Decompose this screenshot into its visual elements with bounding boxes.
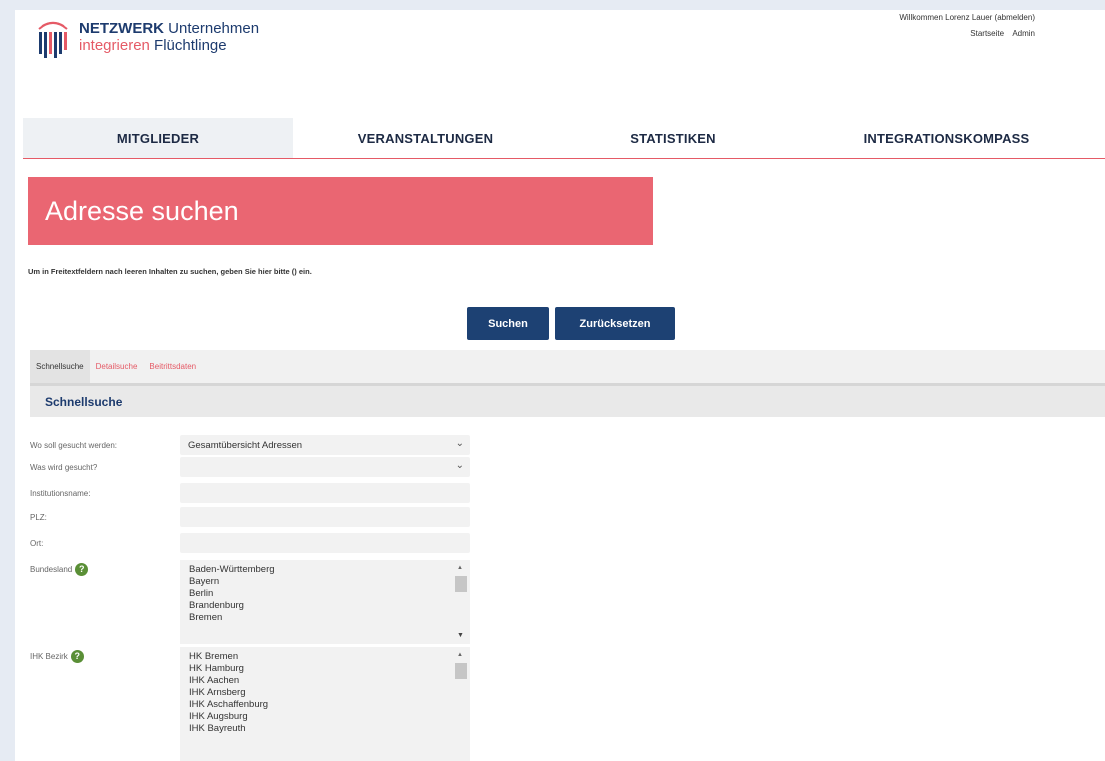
institution-input[interactable] <box>180 483 470 503</box>
chevron-down-icon: ⌄ <box>455 438 464 449</box>
admin-link[interactable]: Admin <box>1012 29 1035 38</box>
institution-label: Institutionsname: <box>30 488 91 498</box>
logo-mark-icon <box>38 21 68 58</box>
scroll-thumb[interactable] <box>455 576 467 592</box>
ihk-label: IHK Bezirk <box>30 651 68 661</box>
search-tabs: Schnellsuche Detailsuche Beitrittsdaten <box>30 350 1105 386</box>
where-select[interactable]: Gesamtübersicht Adressen ⌄ <box>180 435 470 455</box>
ihk-option[interactable]: IHK Bayreuth <box>189 723 470 735</box>
scroll-up-icon[interactable]: ▲ <box>457 649 463 661</box>
form-row-where: Wo soll gesucht werden: Gesamtübersicht … <box>30 434 490 456</box>
logo-word-unternehmen: Unternehmen <box>164 20 260 37</box>
scroll-thumb[interactable] <box>455 663 467 679</box>
ihk-scrollbar[interactable]: ▲ <box>455 649 467 759</box>
ihk-option[interactable]: IHK Arnsberg <box>189 687 470 699</box>
chevron-down-icon: ⌄ <box>455 460 464 471</box>
section-title: Schnellsuche <box>30 386 1105 417</box>
bundesland-option[interactable]: Bayern <box>189 576 470 588</box>
ihk-option[interactable]: IHK Augsburg <box>189 711 470 723</box>
scroll-down-icon[interactable]: ▼ <box>457 630 464 642</box>
ihk-option[interactable]: IHK Aschaffenburg <box>189 699 470 711</box>
form-row-ihk: IHK Bezirk ? <box>30 645 180 667</box>
nav-integrationskompass[interactable]: INTEGRATIONSKOMPASS <box>788 118 1105 158</box>
question-mark-icon[interactable]: ? <box>70 649 84 663</box>
plz-input[interactable] <box>180 507 470 527</box>
logo-word-fluechtlinge: Flüchtlinge <box>149 37 227 54</box>
form-row-bundesland: Bundesland ? <box>30 558 180 580</box>
ort-input[interactable] <box>180 533 470 553</box>
ihk-option[interactable]: IHK Aachen <box>189 675 470 687</box>
startseite-link[interactable]: Startseite <box>970 29 1004 38</box>
nav-veranstaltungen[interactable]: VERANSTALTUNGEN <box>293 118 558 158</box>
page-title: Adresse suchen <box>28 177 653 245</box>
bundesland-option[interactable]: Baden-Württemberg <box>189 564 470 576</box>
logo-word-netzwerk: NETZWERK <box>79 20 164 37</box>
welcome-text[interactable]: Willkommen Lorenz Lauer (abmelden) <box>899 10 1035 26</box>
ihk-listbox[interactable]: HK Bremen HK Hamburg IHK Aachen IHK Arns… <box>180 647 470 761</box>
ihk-option[interactable]: HK Bremen <box>189 651 470 663</box>
form-row-plz: PLZ: <box>30 506 490 528</box>
where-select-value: Gesamtübersicht Adressen <box>188 439 303 451</box>
bundesland-scrollbar[interactable]: ▲ ▼ <box>455 562 467 642</box>
ihk-option[interactable]: HK Hamburg <box>189 663 470 675</box>
bundesland-option[interactable]: Berlin <box>189 588 470 600</box>
tab-schnellsuche[interactable]: Schnellsuche <box>30 350 90 383</box>
ort-label: Ort: <box>30 538 44 548</box>
tab-detailsuche[interactable]: Detailsuche <box>90 350 144 383</box>
form-row-institution: Institutionsname: <box>30 482 490 504</box>
reset-button[interactable]: Zurücksetzen <box>555 307 675 340</box>
form-row-what: Was wird gesucht? ⌄ <box>30 456 490 478</box>
where-label: Wo soll gesucht werden: <box>30 440 118 450</box>
what-select[interactable]: ⌄ <box>180 457 470 477</box>
logo-word-integrieren: integrieren <box>79 37 150 54</box>
bundesland-option[interactable]: Brandenburg <box>189 600 470 612</box>
bundesland-option[interactable]: Bremen <box>189 612 470 624</box>
search-button[interactable]: Suchen <box>467 307 549 340</box>
page: NETZWERK Unternehmen integrieren Flüchtl… <box>15 10 1105 761</box>
bundesland-listbox[interactable]: Baden-Württemberg Bayern Berlin Brandenb… <box>180 560 470 644</box>
tab-beitrittsdaten[interactable]: Beitrittsdaten <box>143 350 202 383</box>
main-nav: MITGLIEDER VERANSTALTUNGEN STATISTIKEN I… <box>23 118 1105 159</box>
form-row-ort: Ort: <box>30 532 490 554</box>
nav-mitglieder[interactable]: MITGLIEDER <box>23 118 293 158</box>
user-bar: Willkommen Lorenz Lauer (abmelden) Start… <box>899 10 1035 42</box>
logo[interactable]: NETZWERK Unternehmen integrieren Flüchtl… <box>35 15 259 59</box>
nav-statistiken[interactable]: STATISTIKEN <box>558 118 788 158</box>
bundesland-label: Bundesland <box>30 564 73 574</box>
what-label: Was wird gesucht? <box>30 462 98 472</box>
scroll-up-icon[interactable]: ▲ <box>457 562 463 574</box>
search-hint: Um in Freitextfeldern nach leeren Inhalt… <box>28 267 312 276</box>
question-mark-icon[interactable]: ? <box>75 562 89 576</box>
plz-label: PLZ: <box>30 512 47 522</box>
